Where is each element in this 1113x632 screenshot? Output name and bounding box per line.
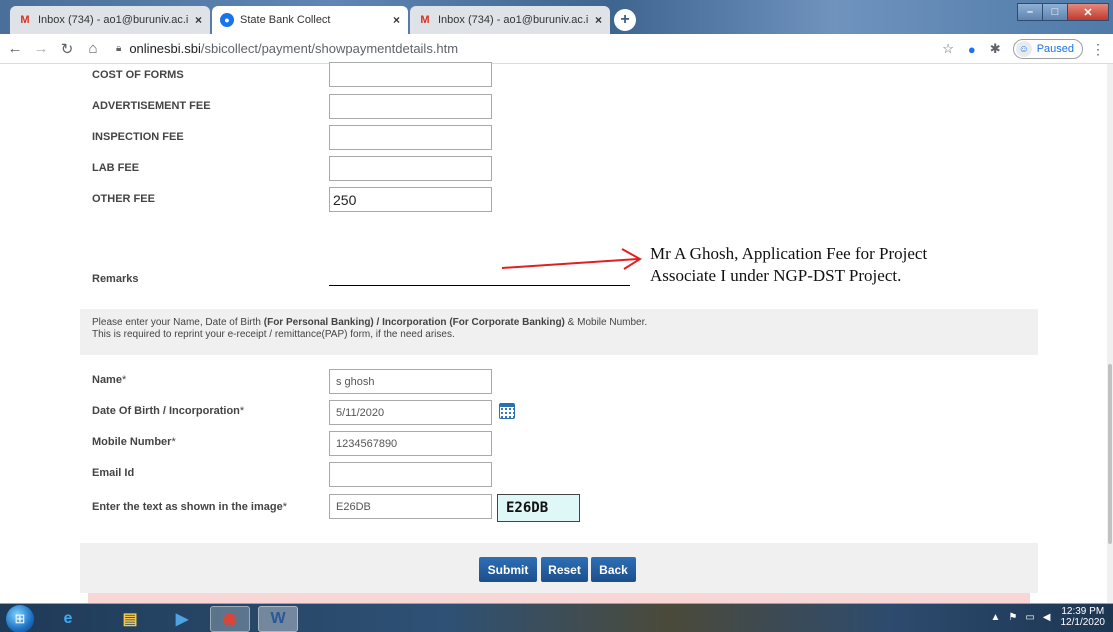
sbi-icon: ● (220, 13, 234, 27)
close-icon[interactable]: × (393, 13, 400, 27)
maximize-button[interactable]: □ (1042, 3, 1068, 21)
clock-time: 12:39 PM (1061, 606, 1105, 617)
profile-button[interactable]: ☺ Paused (1012, 39, 1083, 59)
star-icon[interactable]: ☆ (942, 41, 954, 57)
network-icon[interactable]: ▭ (1025, 612, 1034, 623)
back-button[interactable]: Back (591, 557, 636, 582)
other-fee-label: OTHER FEE (92, 193, 155, 205)
page-scrollbar[interactable] (1107, 64, 1113, 603)
tab-inbox-2[interactable]: M Inbox (734) - ao1@buruniv.ac.in × (410, 6, 610, 34)
advertisement-fee-label: ADVERTISEMENT FEE (92, 100, 211, 112)
menu-kebab-icon[interactable]: ⋮ (1091, 41, 1105, 58)
calendar-icon[interactable] (499, 403, 515, 419)
action-center-flag-icon[interactable]: ⚑ (1008, 612, 1017, 623)
url-path: /sbicollect/payment/showpaymentdetails.h… (200, 41, 459, 56)
reset-button[interactable]: Reset (541, 557, 588, 582)
avatar: ☺ (1015, 41, 1032, 57)
mobile-number-input[interactable]: 1234567890 (329, 431, 492, 456)
forward-arrow-icon[interactable]: → (30, 40, 52, 57)
annotation-arrow (501, 248, 642, 270)
gmail-icon: M (20, 14, 30, 26)
address-bar: ← → ↻ ⌂ 🔒︎ onlinesbi.sbi/sbicollect/paym… (0, 34, 1113, 64)
cost-of-forms-label: COST OF FORMS (92, 69, 184, 81)
remarks-underline (329, 285, 630, 286)
window-controls: – □ ✕ (1017, 3, 1109, 21)
url-host: onlinesbi.sbi (129, 41, 201, 56)
notice-text-line-2: This is required to reprint your e-recei… (92, 329, 455, 340)
personal-details-notice: Please enter your Name, Date of Birth (F… (80, 309, 1038, 355)
browser-tab-strip: M Inbox (734) - ao1@buruniv.ac.in × ● St… (0, 0, 1113, 34)
submit-button[interactable]: Submit (479, 557, 537, 582)
message-band (88, 593, 1030, 603)
home-icon[interactable]: ⌂ (82, 40, 104, 57)
lab-fee-row: LAB FEE (92, 156, 139, 180)
notice-text-1: Please enter your Name, Date of Birth (92, 317, 264, 328)
name-label: Name * (92, 374, 127, 386)
captcha-input[interactable]: E26DB (329, 494, 492, 519)
other-fee-row: OTHER FEE (92, 187, 155, 211)
close-icon[interactable]: × (595, 13, 602, 27)
annotation-line-2: Associate I under NGP-DST Project. (650, 266, 902, 285)
advertisement-fee-row: ADVERTISEMENT FEE (92, 94, 211, 118)
reload-icon[interactable]: ↻ (56, 40, 78, 58)
captcha-label: Enter the text as shown in the image * (92, 501, 287, 513)
notice-text-bold: (For Personal Banking) / Incorporation (… (263, 317, 565, 328)
tab-title: Inbox (734) - ao1@buruniv.ac.in (438, 14, 589, 26)
mobile-number-label: Mobile Number * (92, 436, 176, 448)
tab-title: Inbox (734) - ao1@buruniv.ac.in (38, 14, 189, 26)
show-hidden-icons-icon[interactable]: ▲ (990, 612, 1000, 623)
cost-of-forms-input[interactable] (329, 62, 492, 87)
scrollbar-thumb[interactable] (1108, 364, 1112, 544)
taskbar: ⊞ e ▤ ▶ ◉ W ▲ ⚑ ▭ ◀ 12:39 PM 12/1/2020 (0, 603, 1113, 632)
file-explorer-icon[interactable]: ▤ (110, 606, 150, 632)
advertisement-fee-input[interactable] (329, 94, 492, 119)
other-fee-input[interactable]: 250 (329, 187, 492, 212)
tab-title: State Bank Collect (240, 14, 331, 26)
clock-date: 12/1/2020 (1060, 617, 1106, 628)
start-button[interactable]: ⊞ (6, 605, 34, 632)
email-id-input[interactable] (329, 462, 492, 487)
word-icon[interactable]: W (258, 606, 298, 632)
remarks-row: Remarks (92, 267, 138, 291)
inspection-fee-input[interactable] (329, 125, 492, 150)
minimize-button[interactable]: – (1017, 3, 1043, 21)
email-id-label: Email Id (92, 467, 135, 479)
new-tab-button[interactable]: + (614, 9, 636, 31)
back-arrow-icon[interactable]: ← (4, 40, 26, 57)
notice-text-3: & Mobile Number. (564, 317, 648, 328)
lab-fee-label: LAB FEE (92, 162, 140, 174)
tab-state-bank-collect[interactable]: ● State Bank Collect × (212, 6, 408, 34)
annotation-line-1: Mr A Ghosh, Application Fee for Project (650, 244, 928, 263)
dob-input[interactable]: 5/11/2020 (329, 400, 492, 425)
tab-inbox-1[interactable]: M Inbox (734) - ao1@buruniv.ac.in × (10, 6, 210, 34)
media-player-icon[interactable]: ▶ (162, 606, 202, 632)
volume-icon[interactable]: ◀ (1043, 612, 1051, 623)
inspection-fee-row: INSPECTION FEE (92, 125, 184, 149)
profile-status: Paused (1036, 43, 1074, 55)
close-icon[interactable]: × (195, 13, 202, 27)
internet-explorer-icon[interactable]: e (48, 606, 88, 632)
lock-icon: 🔒︎ (116, 43, 122, 54)
lab-fee-input[interactable] (329, 156, 492, 181)
captcha-image: E26DB (497, 494, 580, 522)
gmail-icon: M (420, 14, 430, 26)
dob-label: Date Of Birth / Incorporation * (92, 405, 245, 417)
cost-of-forms-row: COST OF FORMS (92, 63, 184, 87)
inspection-fee-label: INSPECTION FEE (92, 131, 184, 143)
info-icon[interactable]: ● (968, 42, 976, 57)
close-window-button[interactable]: ✕ (1067, 3, 1109, 21)
name-input[interactable]: s ghosh (329, 369, 492, 394)
url-field[interactable]: 🔒︎ onlinesbi.sbi/sbicollect/payment/show… (116, 41, 458, 56)
remarks-annotation: Mr A Ghosh, Application Fee for Project … (650, 243, 927, 287)
system-tray: ▲ ⚑ ▭ ◀ 12:39 PM 12/1/2020 (982, 606, 1105, 628)
extensions-icon[interactable]: ✱ (990, 41, 1001, 57)
remarks-label: Remarks (92, 273, 139, 285)
chrome-icon[interactable]: ◉ (210, 606, 250, 632)
clock[interactable]: 12:39 PM 12/1/2020 (1061, 606, 1106, 628)
